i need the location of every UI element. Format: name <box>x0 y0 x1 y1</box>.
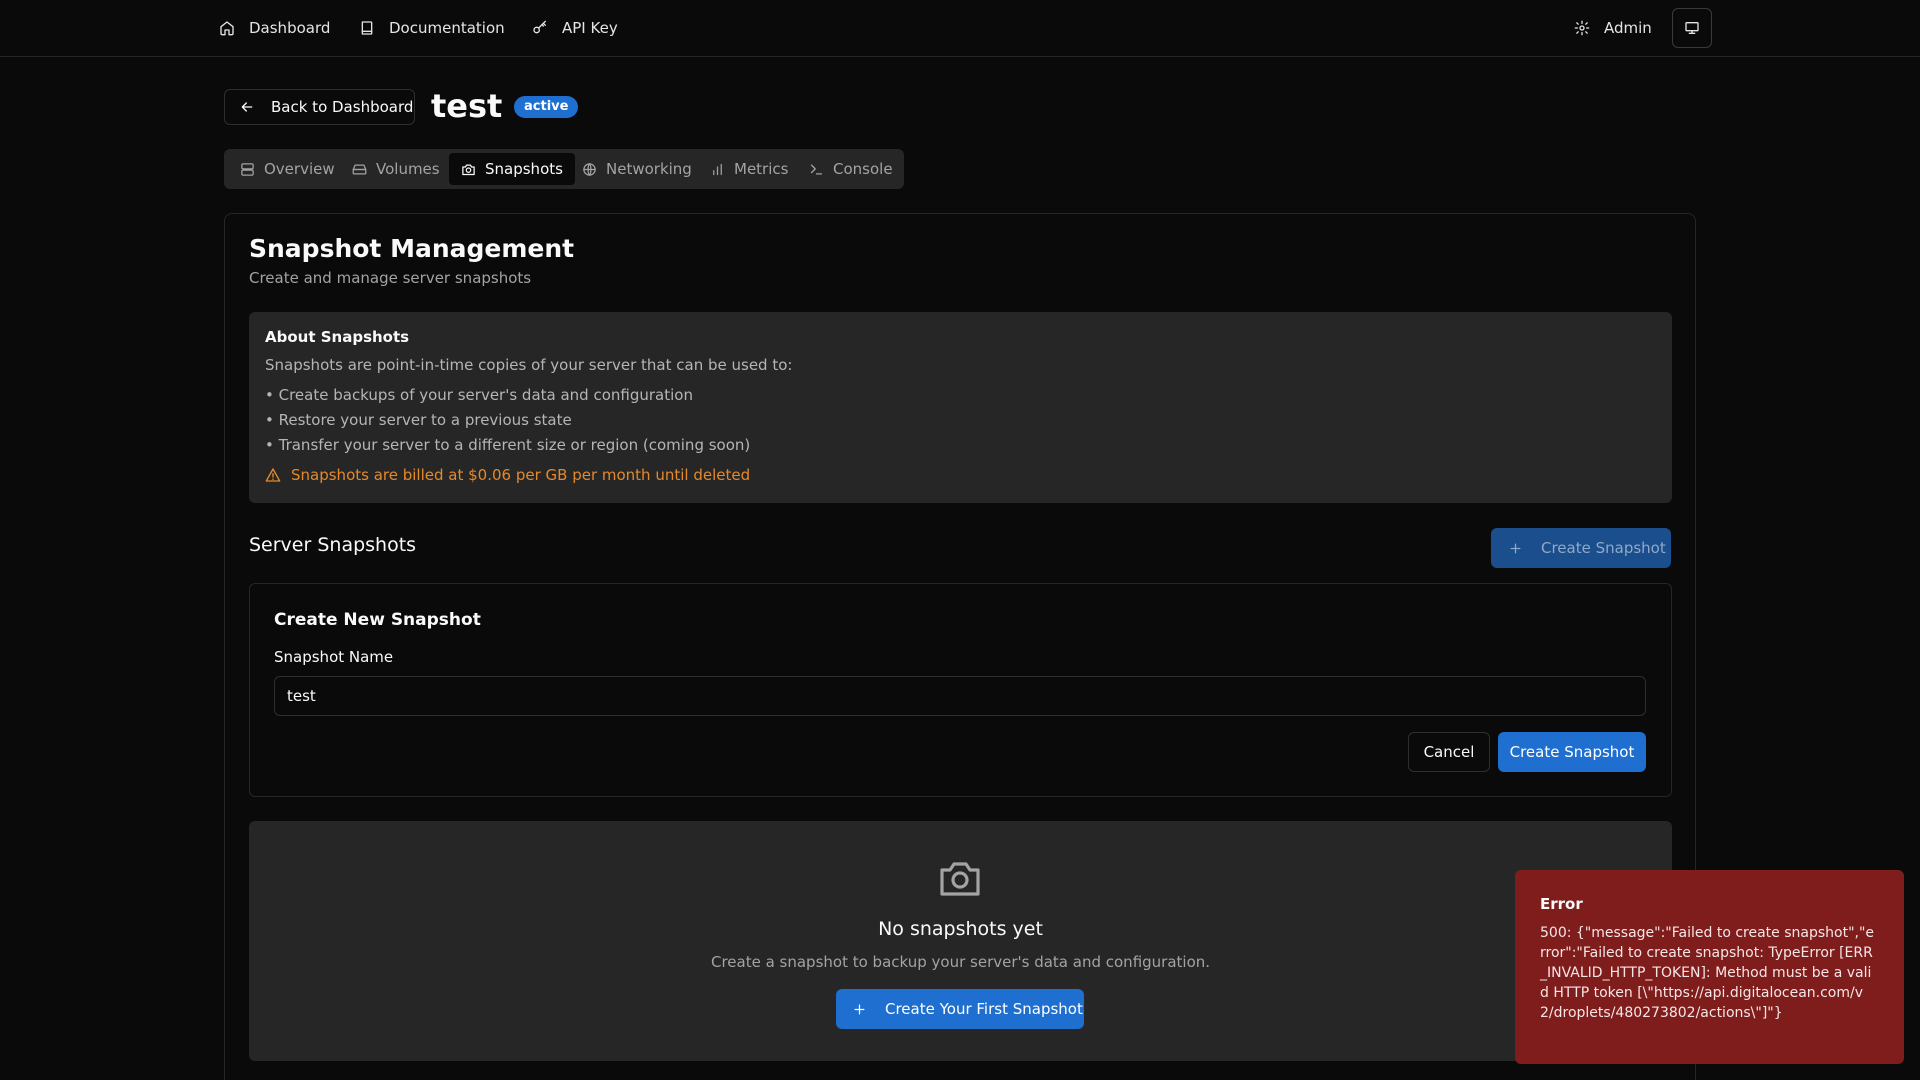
key-icon <box>532 20 548 36</box>
create-first-snapshot-button[interactable]: Create Your First Snapshot <box>836 989 1084 1029</box>
hard-drive-icon <box>352 162 367 177</box>
tab-volumes-label: Volumes <box>376 160 440 178</box>
top-navbar: Dashboard Documentation API Key Admin <box>0 0 1920 57</box>
tab-console[interactable]: Console <box>797 153 905 185</box>
page-title: test <box>431 87 503 125</box>
monitor-icon <box>1684 20 1700 36</box>
nav-dashboard-link[interactable]: Dashboard <box>219 14 330 42</box>
tab-snapshots-label: Snapshots <box>485 160 563 178</box>
tab-metrics-label: Metrics <box>734 160 789 178</box>
nav-dashboard-label: Dashboard <box>249 19 331 37</box>
about-title: About Snapshots <box>265 328 410 346</box>
tab-networking[interactable]: Networking <box>570 153 704 185</box>
form-title: Create New Snapshot <box>274 610 481 630</box>
billing-warning: Snapshots are billed at $0.06 per GB per… <box>265 466 750 484</box>
toast-message: 500: {"message":"Failed to create snapsh… <box>1540 925 1875 1021</box>
nav-documentation-link[interactable]: Documentation <box>359 14 505 42</box>
home-icon <box>219 20 235 36</box>
nav-api-key-link[interactable]: API Key <box>532 14 618 42</box>
plus-icon <box>1508 541 1523 556</box>
create-snapshot-label: Create Snapshot <box>1541 539 1666 557</box>
back-button-label: Back to Dashboard <box>271 98 414 116</box>
billing-warning-text: Snapshots are billed at $0.06 per GB per… <box>291 466 751 484</box>
about-bullet: • Restore your server to a previous stat… <box>265 411 572 429</box>
camera-icon <box>461 162 476 177</box>
nav-api-key-label: API Key <box>562 19 618 37</box>
toast-title: Error <box>1540 895 1583 913</box>
book-icon <box>359 20 375 36</box>
about-bullet: • Create backups of your server's data a… <box>265 386 693 404</box>
error-toast[interactable]: Error 500: {"message":"Failed to create … <box>1515 870 1904 1064</box>
server-tabs: Overview Volumes Snapshots Networking Me… <box>224 149 904 189</box>
about-bullet: • Transfer your server to a different si… <box>265 436 751 454</box>
bar-chart-icon <box>710 162 725 177</box>
snapshot-name-label: Snapshot Name <box>274 648 394 666</box>
create-snapshot-button[interactable]: Create Snapshot <box>1491 528 1671 568</box>
tab-snapshots[interactable]: Snapshots <box>449 153 575 185</box>
tab-console-label: Console <box>833 160 893 178</box>
nav-admin-link[interactable]: Admin <box>1574 14 1652 42</box>
theme-toggle-button[interactable] <box>1672 8 1712 48</box>
tab-networking-label: Networking <box>606 160 692 178</box>
empty-state-title: No snapshots yet <box>878 918 1043 940</box>
globe-icon <box>582 162 597 177</box>
terminal-icon <box>809 162 824 177</box>
plus-icon <box>852 1002 867 1017</box>
about-description: Snapshots are point-in-time copies of yo… <box>265 356 793 374</box>
snapshot-name-input[interactable] <box>274 676 1646 716</box>
camera-icon <box>936 854 984 902</box>
cancel-button[interactable]: Cancel <box>1408 732 1490 772</box>
tab-volumes[interactable]: Volumes <box>340 153 452 185</box>
tab-metrics[interactable]: Metrics <box>698 153 800 185</box>
create-first-snapshot-label: Create Your First Snapshot <box>885 1000 1083 1018</box>
section-subtitle: Create and manage server snapshots <box>249 269 532 287</box>
nav-documentation-label: Documentation <box>389 19 505 37</box>
server-icon <box>240 162 255 177</box>
submit-create-snapshot-button[interactable]: Create Snapshot <box>1498 732 1646 772</box>
gear-icon <box>1574 20 1590 36</box>
section-heading: Snapshot Management <box>249 234 575 263</box>
arrow-left-icon <box>239 99 255 115</box>
server-snapshots-heading: Server Snapshots <box>249 534 417 556</box>
nav-admin-label: Admin <box>1604 19 1652 37</box>
tab-overview[interactable]: Overview <box>228 153 347 185</box>
warning-triangle-icon <box>265 467 281 483</box>
back-to-dashboard-button[interactable]: Back to Dashboard <box>224 89 415 125</box>
tab-overview-label: Overview <box>264 160 335 178</box>
status-badge: active <box>514 96 579 118</box>
empty-state-description: Create a snapshot to backup your server'… <box>710 953 1211 971</box>
